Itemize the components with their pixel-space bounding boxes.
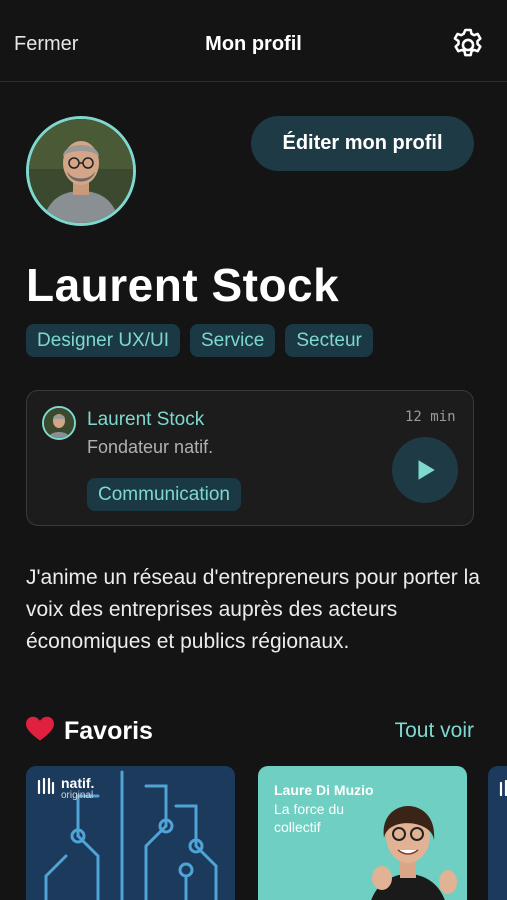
episode-card[interactable]: Laurent Stock Fondateur natif. 12 min Co… — [26, 390, 474, 526]
episode-author[interactable]: Laurent Stock — [87, 409, 204, 431]
tag-chip[interactable]: Secteur — [285, 324, 373, 357]
tag-chip[interactable]: Designer UX/UI — [26, 324, 180, 357]
favorites-title: Favoris — [64, 717, 153, 745]
favorite-card[interactable] — [488, 766, 507, 900]
favorites-header: Favoris Tout voir — [26, 714, 474, 750]
brand-subtitle: original — [61, 790, 94, 801]
natif-logo-icon — [37, 777, 55, 795]
play-icon — [418, 460, 435, 480]
avatar[interactable] — [26, 116, 136, 226]
edit-profile-button[interactable]: Éditer mon profil — [251, 116, 474, 171]
favorite-card[interactable]: Laure Di Muzio La force du collectif — [258, 766, 467, 900]
author-avatar — [42, 406, 76, 440]
favorite-portrait — [371, 806, 457, 900]
profile-name: Laurent Stock — [26, 259, 340, 311]
natif-logo-icon — [499, 779, 507, 797]
favorite-card[interactable]: natif. original — [26, 766, 235, 900]
profile-bio: J'anime un réseau d'entrepreneurs pour p… — [26, 566, 480, 653]
top-bar: Fermer Mon profil — [0, 0, 507, 82]
page-title: Mon profil — [205, 33, 302, 55]
episode-tag[interactable]: Communication — [87, 478, 241, 511]
play-button[interactable] — [392, 437, 458, 503]
episode-duration: 12 min — [405, 409, 456, 425]
brand-logo: natif. original — [36, 776, 94, 802]
episode-author-role: Fondateur natif. — [87, 437, 214, 457]
heart-icon — [26, 716, 54, 742]
tag-chip[interactable]: Service — [190, 324, 276, 357]
see-all-link[interactable]: Tout voir — [395, 719, 474, 743]
brand-name: natif. — [61, 775, 95, 791]
profile-tags: Designer UX/UI Service Secteur — [26, 324, 373, 357]
gear-icon[interactable] — [449, 26, 487, 64]
